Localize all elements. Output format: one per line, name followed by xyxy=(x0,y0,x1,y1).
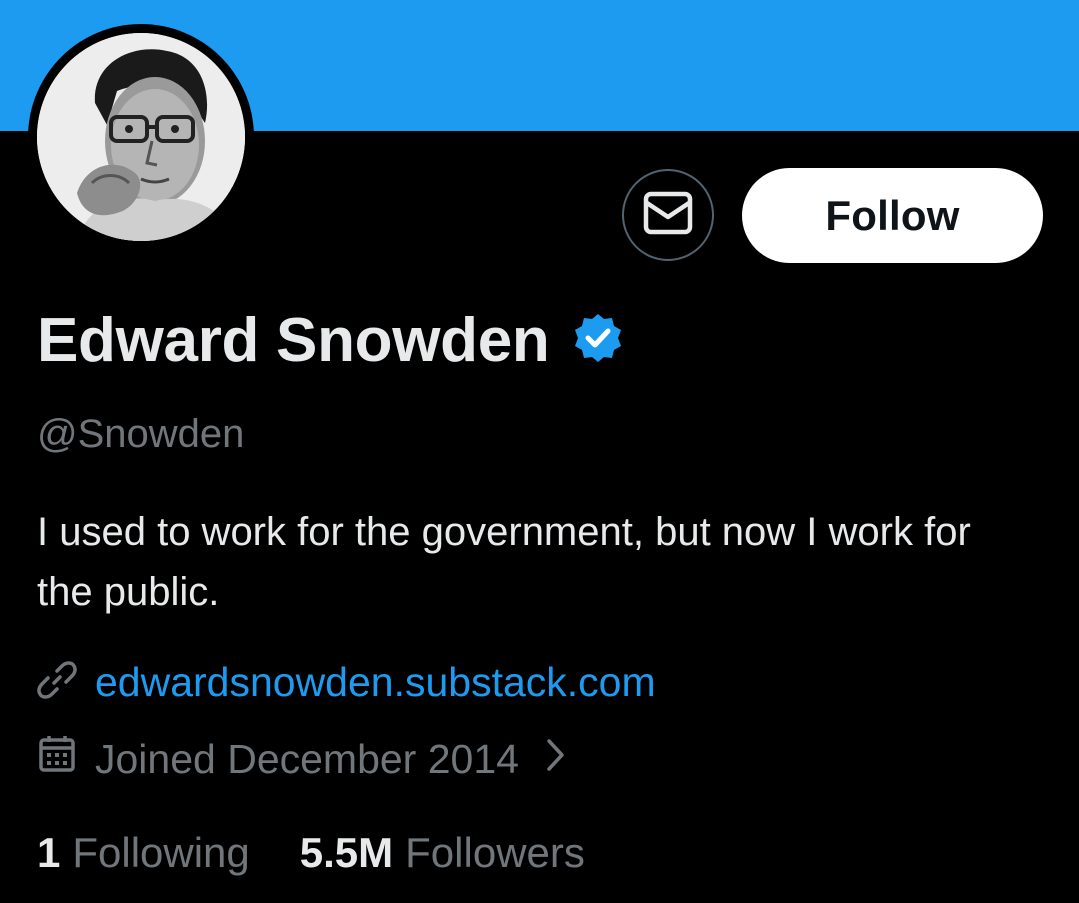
link-icon xyxy=(37,660,77,705)
envelope-icon xyxy=(643,191,693,240)
following-label: Following xyxy=(72,829,250,876)
avatar-image[interactable] xyxy=(37,33,245,241)
chevron-right-icon[interactable] xyxy=(545,736,567,783)
website-row: edwardsnowden.substack.com xyxy=(37,656,656,708)
followers-label: Followers xyxy=(405,829,585,876)
followers-count: 5.5M xyxy=(299,829,394,876)
joined-date-row[interactable]: Joined December 2014 xyxy=(37,732,567,786)
joined-date: Joined December 2014 xyxy=(95,735,519,782)
website-link[interactable]: edwardsnowden.substack.com xyxy=(95,659,656,706)
calendar-icon xyxy=(37,734,77,784)
follow-button-label: Follow xyxy=(825,191,960,239)
avatar[interactable] xyxy=(28,24,254,250)
user-handle: @Snowden xyxy=(37,412,245,456)
profile-bio: I used to work for the government, but n… xyxy=(37,510,971,614)
follow-stats: 1 Following 5.5M Followers xyxy=(37,826,585,880)
follow-button[interactable]: Follow xyxy=(742,168,1043,263)
message-button[interactable] xyxy=(622,169,714,261)
following-count: 1 xyxy=(37,829,61,876)
following-link[interactable]: 1 Following xyxy=(37,829,250,877)
verified-badge-icon[interactable] xyxy=(550,312,624,369)
display-name: Edward Snowden xyxy=(37,305,550,375)
followers-link[interactable]: 5.5M Followers xyxy=(300,829,585,877)
display-name-row: Edward Snowden xyxy=(37,300,624,380)
